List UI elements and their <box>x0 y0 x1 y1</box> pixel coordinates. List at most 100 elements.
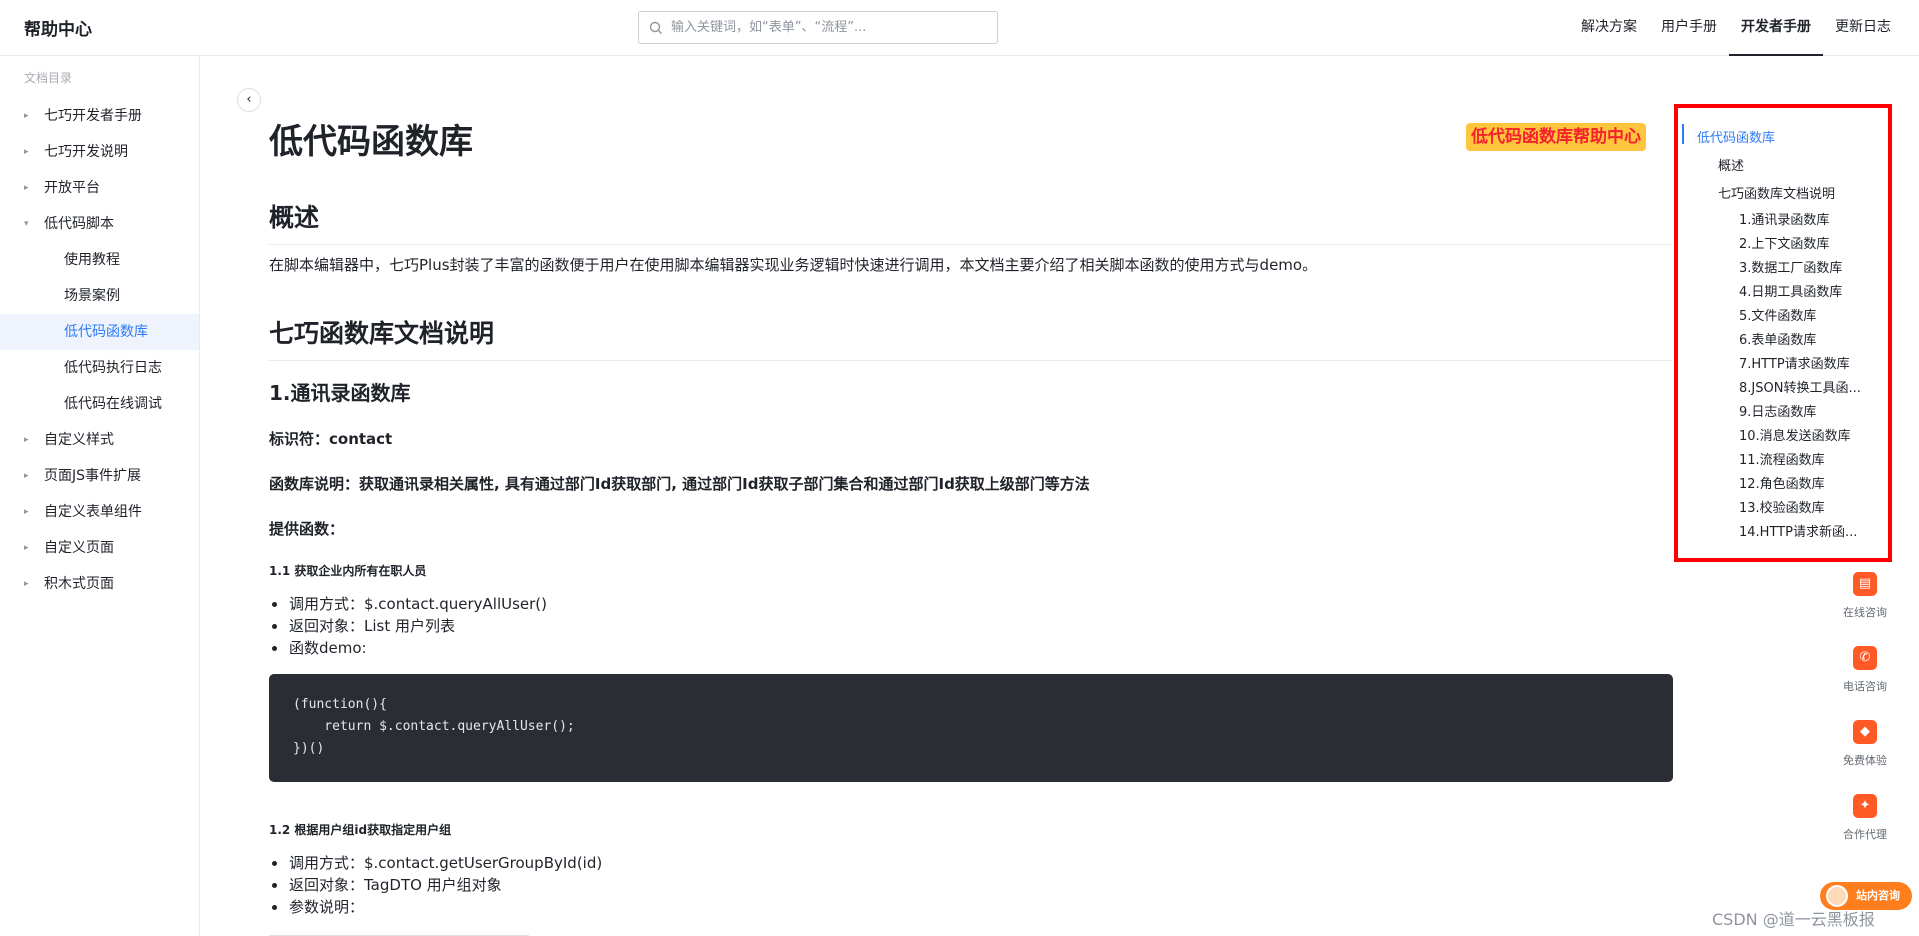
code-text[interactable]: (function(){ return $.contact.queryAllUs… <box>293 694 1649 760</box>
sidebar-item-label: 场景案例 <box>64 288 120 304</box>
list-item: 调用方式：$.contact.queryAllUser() <box>269 593 547 615</box>
caret-right-icon[interactable]: ▸ <box>24 530 29 566</box>
sidebar-item-label: 七巧开发说明 <box>44 144 128 160</box>
caret-right-icon[interactable]: ▸ <box>24 98 29 134</box>
sidebar-item-label: 低代码函数库 <box>64 324 148 340</box>
handshake-icon: ✦ <box>1853 794 1877 818</box>
fn1-bullets: 调用方式：$.contact.queryAllUser() 返回对象：List … <box>269 593 547 659</box>
top-header: 帮助中心 解决方案 用户手册 开发者手册 更新日志 <box>0 0 1919 56</box>
overview-heading: 概述 <box>269 198 1673 245</box>
toc-item[interactable]: 2.上下文函数库 <box>1739 233 1829 252</box>
phone-consult-button[interactable]: ✆ 电话咨询 <box>1830 642 1900 702</box>
chat-icon: ▤ <box>1853 572 1877 596</box>
toc-item[interactable]: 6.表单函数库 <box>1739 329 1816 348</box>
avatar <box>1826 885 1848 907</box>
site-consult-label: 站内咨询 <box>1856 889 1900 902</box>
toc-item[interactable]: 10.消息发送函数库 <box>1739 425 1851 444</box>
fn2-heading: 1.2 根据用户组id获取指定用户组 <box>269 823 452 837</box>
sidebar-item[interactable]: ▾ 低代码脚本 <box>0 206 199 242</box>
list-item: 调用方式：$.contact.getUserGroupById(id) <box>269 852 602 874</box>
library-description: 函数库说明：获取通讯录相关属性, 具有通过部门Id获取部门, 通过部门Id获取子… <box>269 475 1090 493</box>
csdn-watermark: CSDN @道一云黑板报 <box>1712 910 1875 929</box>
nav-user-manual[interactable]: 用户手册 <box>1649 0 1729 56</box>
caret-down-icon[interactable]: ▾ <box>24 206 29 242</box>
caret-right-icon[interactable]: ▸ <box>24 134 29 170</box>
identifier-line: 标识符：contact <box>269 430 393 448</box>
sidebar-item[interactable]: ▸ 开放平台 <box>0 170 199 206</box>
sidebar-item-label: 页面JS事件扩展 <box>44 468 142 484</box>
toc-item[interactable]: 5.文件函数库 <box>1739 305 1816 324</box>
provided-functions-label: 提供函数： <box>269 520 345 538</box>
sidebar-item[interactable]: ▸ 自定义页面 <box>0 530 199 566</box>
caret-right-icon[interactable]: ▸ <box>24 458 29 494</box>
sidebar-item-label: 使用教程 <box>64 252 120 268</box>
toc-item[interactable]: 概述 <box>1718 155 1744 174</box>
nav-developer-manual[interactable]: 开发者手册 <box>1729 0 1823 56</box>
search-box[interactable] <box>638 11 998 44</box>
tag-icon: ◆ <box>1853 720 1877 744</box>
caret-right-icon[interactable]: ▸ <box>24 494 29 530</box>
sidebar-item-label: 积木式页面 <box>44 576 114 592</box>
toc-item[interactable]: 12.角色函数库 <box>1739 473 1825 492</box>
top-nav: 解决方案 用户手册 开发者手册 更新日志 <box>1569 0 1903 56</box>
sidebar-item-label: 自定义页面 <box>44 540 114 556</box>
sidebar-item-label: 自定义表单组件 <box>44 504 142 520</box>
sidebar-item[interactable]: ▸ 积木式页面 <box>0 566 199 602</box>
sidebar-subitem[interactable]: 场景案例 <box>0 278 199 314</box>
tool-label: 在线咨询 <box>1843 606 1887 619</box>
sidebar-item[interactable]: ▸ 自定义表单组件 <box>0 494 199 530</box>
sidebar-subitem[interactable]: 低代码在线调试 <box>0 386 199 422</box>
page-title: 低代码函数库 <box>269 122 473 162</box>
sidebar-caption: 文档目录 <box>24 71 73 85</box>
toc-item[interactable]: 13.校验函数库 <box>1739 497 1825 516</box>
sidebar-item-label: 低代码脚本 <box>44 216 114 232</box>
phone-icon: ✆ <box>1853 646 1877 670</box>
sidebar-subitem[interactable]: 低代码执行日志 <box>0 350 199 386</box>
toc-item[interactable]: 七巧函数库文档说明 <box>1718 183 1835 202</box>
search-icon <box>649 21 663 35</box>
toc-item[interactable]: 8.JSON转换工具函... <box>1739 377 1861 396</box>
sidebar-item[interactable]: ▸ 页面JS事件扩展 <box>0 458 199 494</box>
list-item: 返回对象：List 用户列表 <box>269 615 547 637</box>
sidebar-item-label: 开放平台 <box>44 180 100 196</box>
sidebar-list: ▸ 七巧开发者手册 ▸ 七巧开发说明 ▸ 开放平台 ▾ 低代码脚本 使用教程 场景案例 … <box>0 98 199 602</box>
toc-item[interactable]: 11.流程函数库 <box>1739 449 1825 468</box>
overview-text: 在脚本编辑器中，七巧Plus封装了丰富的函数便于用户在使用脚本编辑器实现业务逻辑… <box>269 256 1318 274</box>
caret-right-icon[interactable]: ▸ <box>24 422 29 458</box>
sidebar-subitem[interactable]: 使用教程 <box>0 242 199 278</box>
tool-label: 免费体验 <box>1843 754 1887 767</box>
toc-item[interactable]: 4.日期工具函数库 <box>1739 281 1842 300</box>
online-consult-button[interactable]: ▤ 在线咨询 <box>1830 568 1900 628</box>
caret-right-icon[interactable]: ▸ <box>24 566 29 602</box>
collapse-sidebar-button[interactable]: ‹ <box>237 88 261 112</box>
sidebar-item-label: 七巧开发者手册 <box>44 108 142 124</box>
fn2-bullets: 调用方式：$.contact.getUserGroupById(id) 返回对象… <box>269 852 602 918</box>
toc-item[interactable]: 7.HTTP请求函数库 <box>1739 353 1850 372</box>
partner-agent-button[interactable]: ✦ 合作代理 <box>1830 790 1900 850</box>
free-trial-button[interactable]: ◆ 免费体验 <box>1830 716 1900 776</box>
toc-item[interactable]: 1.通讯录函数库 <box>1739 209 1829 228</box>
toc-item[interactable]: 3.数据工厂函数库 <box>1739 257 1842 276</box>
toc-active-indicator <box>1682 124 1684 144</box>
list-item: 参数说明： <box>269 896 602 918</box>
tool-label: 合作代理 <box>1843 828 1887 841</box>
caret-right-icon[interactable]: ▸ <box>24 170 29 206</box>
code-block[interactable]: (function(){ return $.contact.queryAllUs… <box>269 674 1673 782</box>
toc-item[interactable]: 14.HTTP请求新函... <box>1739 521 1857 540</box>
sidebar-item[interactable]: ▸ 七巧开发者手册 <box>0 98 199 134</box>
sidebar-subitem-active[interactable]: 低代码函数库 <box>0 314 199 350</box>
sidebar-item-label: 低代码在线调试 <box>64 396 162 412</box>
sidebar-item-label: 自定义样式 <box>44 432 114 448</box>
fn1-heading: 1.1 获取企业内所有在职人员 <box>269 564 427 578</box>
toc-item-active[interactable]: 低代码函数库 <box>1697 127 1775 146</box>
toc-item[interactable]: 9.日志函数库 <box>1739 401 1816 420</box>
search-input[interactable] <box>671 20 991 35</box>
doc-sidebar: 文档目录 ▸ 七巧开发者手册 ▸ 七巧开发说明 ▸ 开放平台 ▾ 低代码脚本 使用教程 … <box>0 57 200 936</box>
sidebar-item[interactable]: ▸ 自定义样式 <box>0 422 199 458</box>
nav-changelog[interactable]: 更新日志 <box>1823 0 1903 56</box>
chevron-left-icon: ‹ <box>246 92 252 107</box>
nav-solutions[interactable]: 解决方案 <box>1569 0 1649 56</box>
sidebar-item[interactable]: ▸ 七巧开发说明 <box>0 134 199 170</box>
brand-title[interactable]: 帮助中心 <box>24 15 92 40</box>
section1-heading: 1.通讯录函数库 <box>269 381 411 405</box>
